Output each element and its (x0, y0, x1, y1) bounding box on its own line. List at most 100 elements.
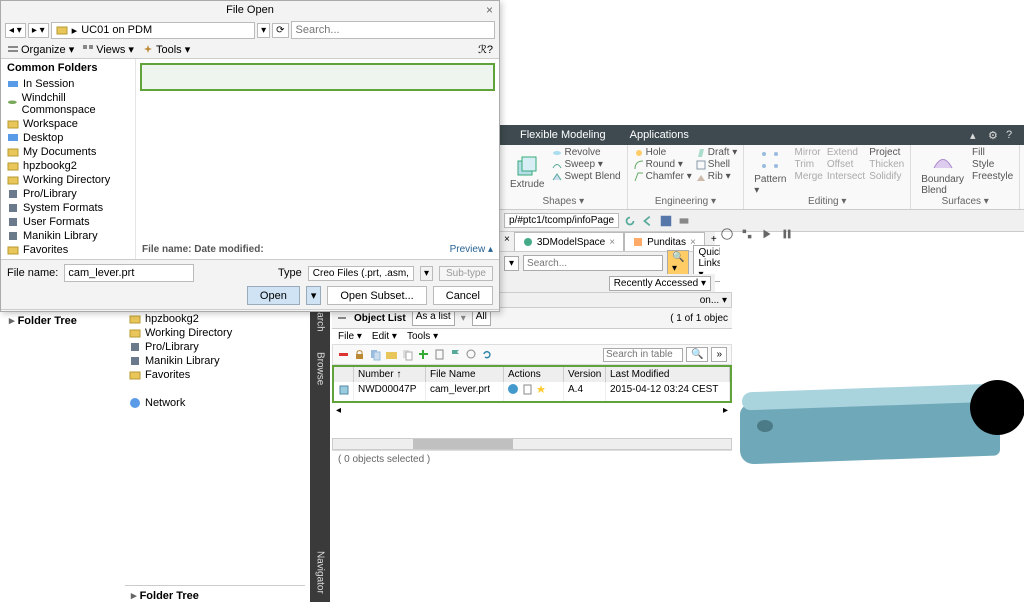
sidebar-in-session[interactable]: In Session (1, 77, 135, 91)
search-go-button[interactable]: 🔍▾ (667, 250, 689, 276)
shapes-group-label[interactable]: Shapes ▾ (506, 196, 621, 207)
rib-button[interactable]: Rib ▾ (696, 171, 737, 182)
hole-button[interactable]: Hole (634, 147, 692, 158)
dialog-folder-tree-toggle[interactable]: Folder Tree (1, 309, 499, 331)
tb-copy2-icon[interactable] (401, 348, 414, 361)
zoom-icon[interactable] (740, 227, 754, 241)
sidebar-workspace[interactable]: Workspace (1, 117, 135, 131)
draft-button[interactable]: Draft ▾ (696, 147, 737, 158)
round-button[interactable]: Round ▾ (634, 159, 692, 170)
sidebar-workdir[interactable]: Working Directory (1, 173, 135, 187)
path-breadcrumb[interactable]: ▸UC01 on PDM (51, 22, 255, 39)
col-number[interactable]: Number ↑ (354, 367, 426, 382)
objlist-dropdown[interactable]: on... ▾ (700, 295, 727, 306)
cell-actions[interactable] (504, 382, 564, 401)
sidebar-prolib[interactable]: Pro/Library (1, 187, 135, 201)
views-menu[interactable]: Views ▾ (82, 43, 134, 56)
swept-blend-button[interactable]: Swept Blend (552, 171, 620, 182)
open-button[interactable]: Open (247, 286, 300, 305)
project-button[interactable]: Project (869, 147, 904, 158)
col-version[interactable]: Version (564, 367, 606, 382)
col-actions[interactable]: Actions (504, 367, 564, 382)
tab-close-icon[interactable]: × (609, 237, 615, 248)
back-icon[interactable] (641, 214, 655, 228)
fill-button[interactable]: Fill (972, 147, 1013, 158)
side-item-manikin[interactable]: Manikin Library (125, 354, 305, 368)
pause-icon[interactable] (780, 227, 794, 241)
nav-back-button[interactable]: ◂ ▾ (5, 23, 26, 38)
help-icon[interactable]: ℛ? (478, 43, 493, 56)
print-icon[interactable] (677, 214, 691, 228)
tb-gear-icon[interactable] (465, 348, 478, 361)
objlist-h-scrollbar[interactable] (332, 438, 732, 450)
objlist-tools-menu[interactable]: Tools ▾ (407, 331, 438, 342)
tb-clip-icon[interactable] (433, 348, 446, 361)
boundary-blend-button[interactable]: Boundary Blend (917, 147, 968, 196)
shell-button[interactable]: Shell (696, 159, 737, 170)
revolve-button[interactable]: Revolve (552, 147, 620, 158)
vtab-browse[interactable]: Browse (315, 352, 326, 385)
vtab-navigator[interactable]: Navigator (315, 551, 326, 594)
engineering-group-label[interactable]: Engineering ▾ (634, 196, 738, 207)
col-filename[interactable]: File Name (426, 367, 504, 382)
ribbon-help-icon[interactable]: ? (1006, 129, 1018, 141)
dialog-search-input[interactable] (291, 21, 495, 39)
style-button[interactable]: Style (972, 159, 1013, 170)
side-item-prolib[interactable]: Pro/Library (125, 340, 305, 354)
tab-prev-close[interactable]: × (500, 232, 514, 251)
table-row[interactable]: NWD00047P cam_lever.prt A.4 2015-04-12 0… (334, 382, 730, 401)
sidebar-favorites[interactable]: Favorites (1, 243, 135, 257)
sidebar-documents[interactable]: My Documents (1, 145, 135, 159)
tb-folder-icon[interactable] (385, 348, 398, 361)
ribbon-min-icon[interactable]: ▴ (970, 129, 982, 141)
side-item-network[interactable]: Network (125, 396, 305, 410)
sweep-button[interactable]: Sweep ▾ (552, 159, 620, 170)
objlist-search-input[interactable] (603, 348, 683, 362)
pattern-button[interactable]: Pattern ▾ (750, 147, 790, 196)
col-lastmod[interactable]: Last Modified (606, 367, 730, 382)
preview-toggle[interactable]: Preview ▴ (450, 244, 493, 255)
dialog-file-list[interactable]: File name: Date modified: Preview ▴ (136, 59, 499, 259)
3d-viewport[interactable] (720, 245, 1024, 609)
objlist-expand[interactable]: » (711, 347, 727, 362)
ribbon-tab-applications[interactable]: Applications (618, 129, 701, 141)
search-scope-dropdown[interactable]: ▾ (504, 256, 519, 271)
tb-add-icon[interactable] (417, 348, 430, 361)
tb-remove-icon[interactable] (337, 348, 350, 361)
refresh-button[interactable]: ⟳ (272, 23, 288, 38)
ribbon-opt-icon[interactable]: ⚙ (988, 129, 1000, 141)
nav-fwd-button[interactable]: ▸ ▾ (28, 23, 49, 38)
surfaces-group-label[interactable]: Surfaces ▾ (917, 196, 1013, 207)
open-subset-button[interactable]: Open Subset... (327, 286, 426, 305)
tb-flag-icon[interactable] (449, 348, 462, 361)
url-fragment[interactable]: p/#ptc1/tcomp/infoPage (504, 213, 619, 228)
sidebar-manikin[interactable]: Manikin Library (1, 229, 135, 243)
tab-3dmodelspace[interactable]: 3DModelSpace× (514, 232, 624, 251)
sidebar-desktop[interactable]: Desktop (1, 131, 135, 145)
chamfer-button[interactable]: Chamfer ▾ (634, 171, 692, 182)
folder-tree-toggle[interactable]: Folder Tree (125, 585, 305, 605)
path-dropdown[interactable]: ▾ (257, 23, 270, 38)
tb-copy-icon[interactable] (369, 348, 382, 361)
tb-refresh-icon[interactable] (481, 348, 494, 361)
ribbon-tab-flexible[interactable]: Flexible Modeling (508, 129, 618, 141)
sidebar-sysformats[interactable]: System Formats (1, 201, 135, 215)
reload-icon[interactable] (623, 214, 637, 228)
sidebar-userformats[interactable]: User Formats (1, 215, 135, 229)
tools-menu[interactable]: Tools ▾ (142, 43, 190, 56)
objlist-edit-menu[interactable]: Edit ▾ (372, 331, 397, 342)
editing-group-label[interactable]: Editing ▾ (750, 196, 904, 207)
open-split-arrow[interactable]: ▾ (306, 286, 322, 305)
type-select[interactable]: Creo Files (.prt, .asm, (308, 266, 414, 281)
organize-menu[interactable]: Organize ▾ (7, 43, 74, 56)
filename-input[interactable] (64, 264, 194, 282)
scroll-right[interactable]: ▸ (723, 405, 728, 416)
save-disk-icon[interactable] (659, 214, 673, 228)
sidebar-commonspace[interactable]: Windchill Commonspace (1, 91, 135, 117)
type-select-arrow[interactable]: ▾ (420, 266, 433, 281)
recently-accessed-button[interactable]: Recently Accessed ▾ (609, 276, 711, 291)
extrude-button[interactable]: Extrude (506, 147, 548, 196)
side-item-favorites[interactable]: Favorites (125, 368, 305, 382)
browser-search-input[interactable] (523, 255, 663, 271)
dialog-close-icon[interactable]: × (486, 3, 493, 17)
